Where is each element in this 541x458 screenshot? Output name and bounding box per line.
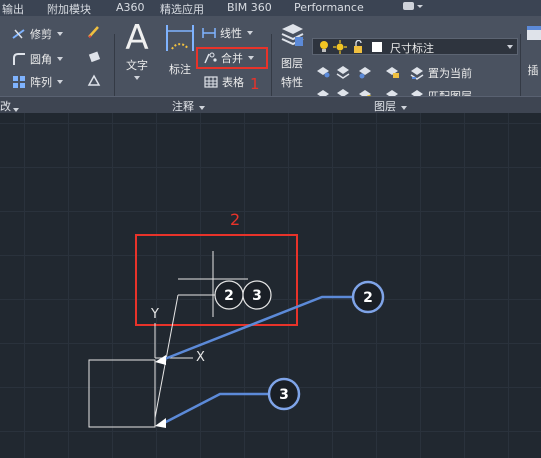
chevron-down-icon [507, 45, 513, 49]
fillet-button[interactable]: 圆角 [12, 51, 63, 67]
callout-number-1: 1 [250, 75, 260, 93]
tab-overflow-icon[interactable] [402, 0, 424, 15]
tab-bim360[interactable]: BIM 360 [227, 1, 272, 14]
eraser-icon[interactable] [87, 50, 102, 64]
dimension-icon [166, 25, 194, 51]
modify-panel-title[interactable]: 改 [0, 98, 11, 114]
svg-text:2: 2 [363, 290, 373, 306]
table-button[interactable]: 表格 [204, 74, 244, 90]
layer-properties-button[interactable]: 图层 特性 [276, 21, 308, 90]
drawing-rectangle[interactable] [88, 359, 156, 428]
text-button[interactable]: A 文字 [120, 21, 154, 80]
callout-number-2: 2 [230, 210, 240, 229]
layer-unlock-icon [354, 40, 362, 53]
tab-addins[interactable]: 附加模块 [47, 1, 91, 17]
insert-button[interactable]: 插 [525, 22, 541, 78]
layer-color-swatch [372, 42, 382, 52]
svg-text:3: 3 [279, 387, 289, 403]
tab-output[interactable]: 输出 [2, 1, 24, 17]
tab-a360[interactable]: A360 [116, 1, 145, 14]
layer-isolate-icon[interactable] [316, 65, 331, 79]
merge-button[interactable]: 合并 [196, 47, 268, 69]
trim-icon [12, 29, 25, 39]
merge-selection-box [135, 234, 298, 326]
layer-thaw-sun-icon [333, 40, 347, 54]
linear-dimension-icon [202, 28, 216, 38]
drawing-canvas[interactable]: 2 2 3 Y X 2 3 [0, 113, 541, 458]
table-icon [204, 76, 218, 88]
layers-panel-title[interactable]: 图层 [374, 98, 407, 114]
pen-icon[interactable] [87, 25, 102, 39]
stretch-icon[interactable] [87, 73, 102, 87]
insert-block-icon [527, 26, 541, 40]
tab-featured-apps[interactable]: 精选应用 [160, 1, 204, 17]
layer-lock-icon[interactable] [385, 65, 400, 79]
ucs-y-label: Y [150, 307, 159, 322]
fillet-icon [13, 53, 25, 65]
multileader-merge-icon [204, 52, 217, 64]
linear-dimension-button[interactable]: 线性 [202, 25, 253, 41]
array-icon [13, 76, 25, 88]
svg-text:2: 2 [224, 288, 234, 304]
dimension-button[interactable]: 标注 [163, 21, 197, 77]
set-current-layer-icon [410, 67, 424, 80]
current-layer-name: 尺寸标注 [390, 42, 434, 55]
ribbon-tab-bar: 输出 附加模块 A360 精选应用 BIM 360 Performance [0, 0, 541, 16]
layer-off-icon[interactable] [336, 65, 351, 79]
set-current-layer-button[interactable]: 置为当前 [410, 65, 472, 81]
drawing-svg: 2 2 3 Y X 2 3 [88, 210, 385, 428]
ribbon-panel-title-bar: 改 注释 图层 [0, 96, 541, 210]
trim-button[interactable]: 修剪 [12, 26, 63, 42]
svg-text:3: 3 [252, 288, 262, 304]
array-button[interactable]: 阵列 [12, 74, 63, 90]
layer-on-bulb-icon [320, 41, 328, 52]
multileader-bottom[interactable]: 3 [155, 377, 301, 428]
text-a-icon: A [125, 18, 149, 58]
ucs-icon: Y X [150, 307, 205, 365]
layer-freeze-icon[interactable] [358, 65, 373, 79]
current-layer-dropdown[interactable]: 尺寸标注 [312, 38, 518, 55]
ucs-x-label: X [196, 350, 205, 365]
annotation-panel-title[interactable]: 注释 [172, 98, 205, 114]
tab-performance[interactable]: Performance [294, 1, 364, 14]
layer-stack-icon [281, 24, 304, 46]
